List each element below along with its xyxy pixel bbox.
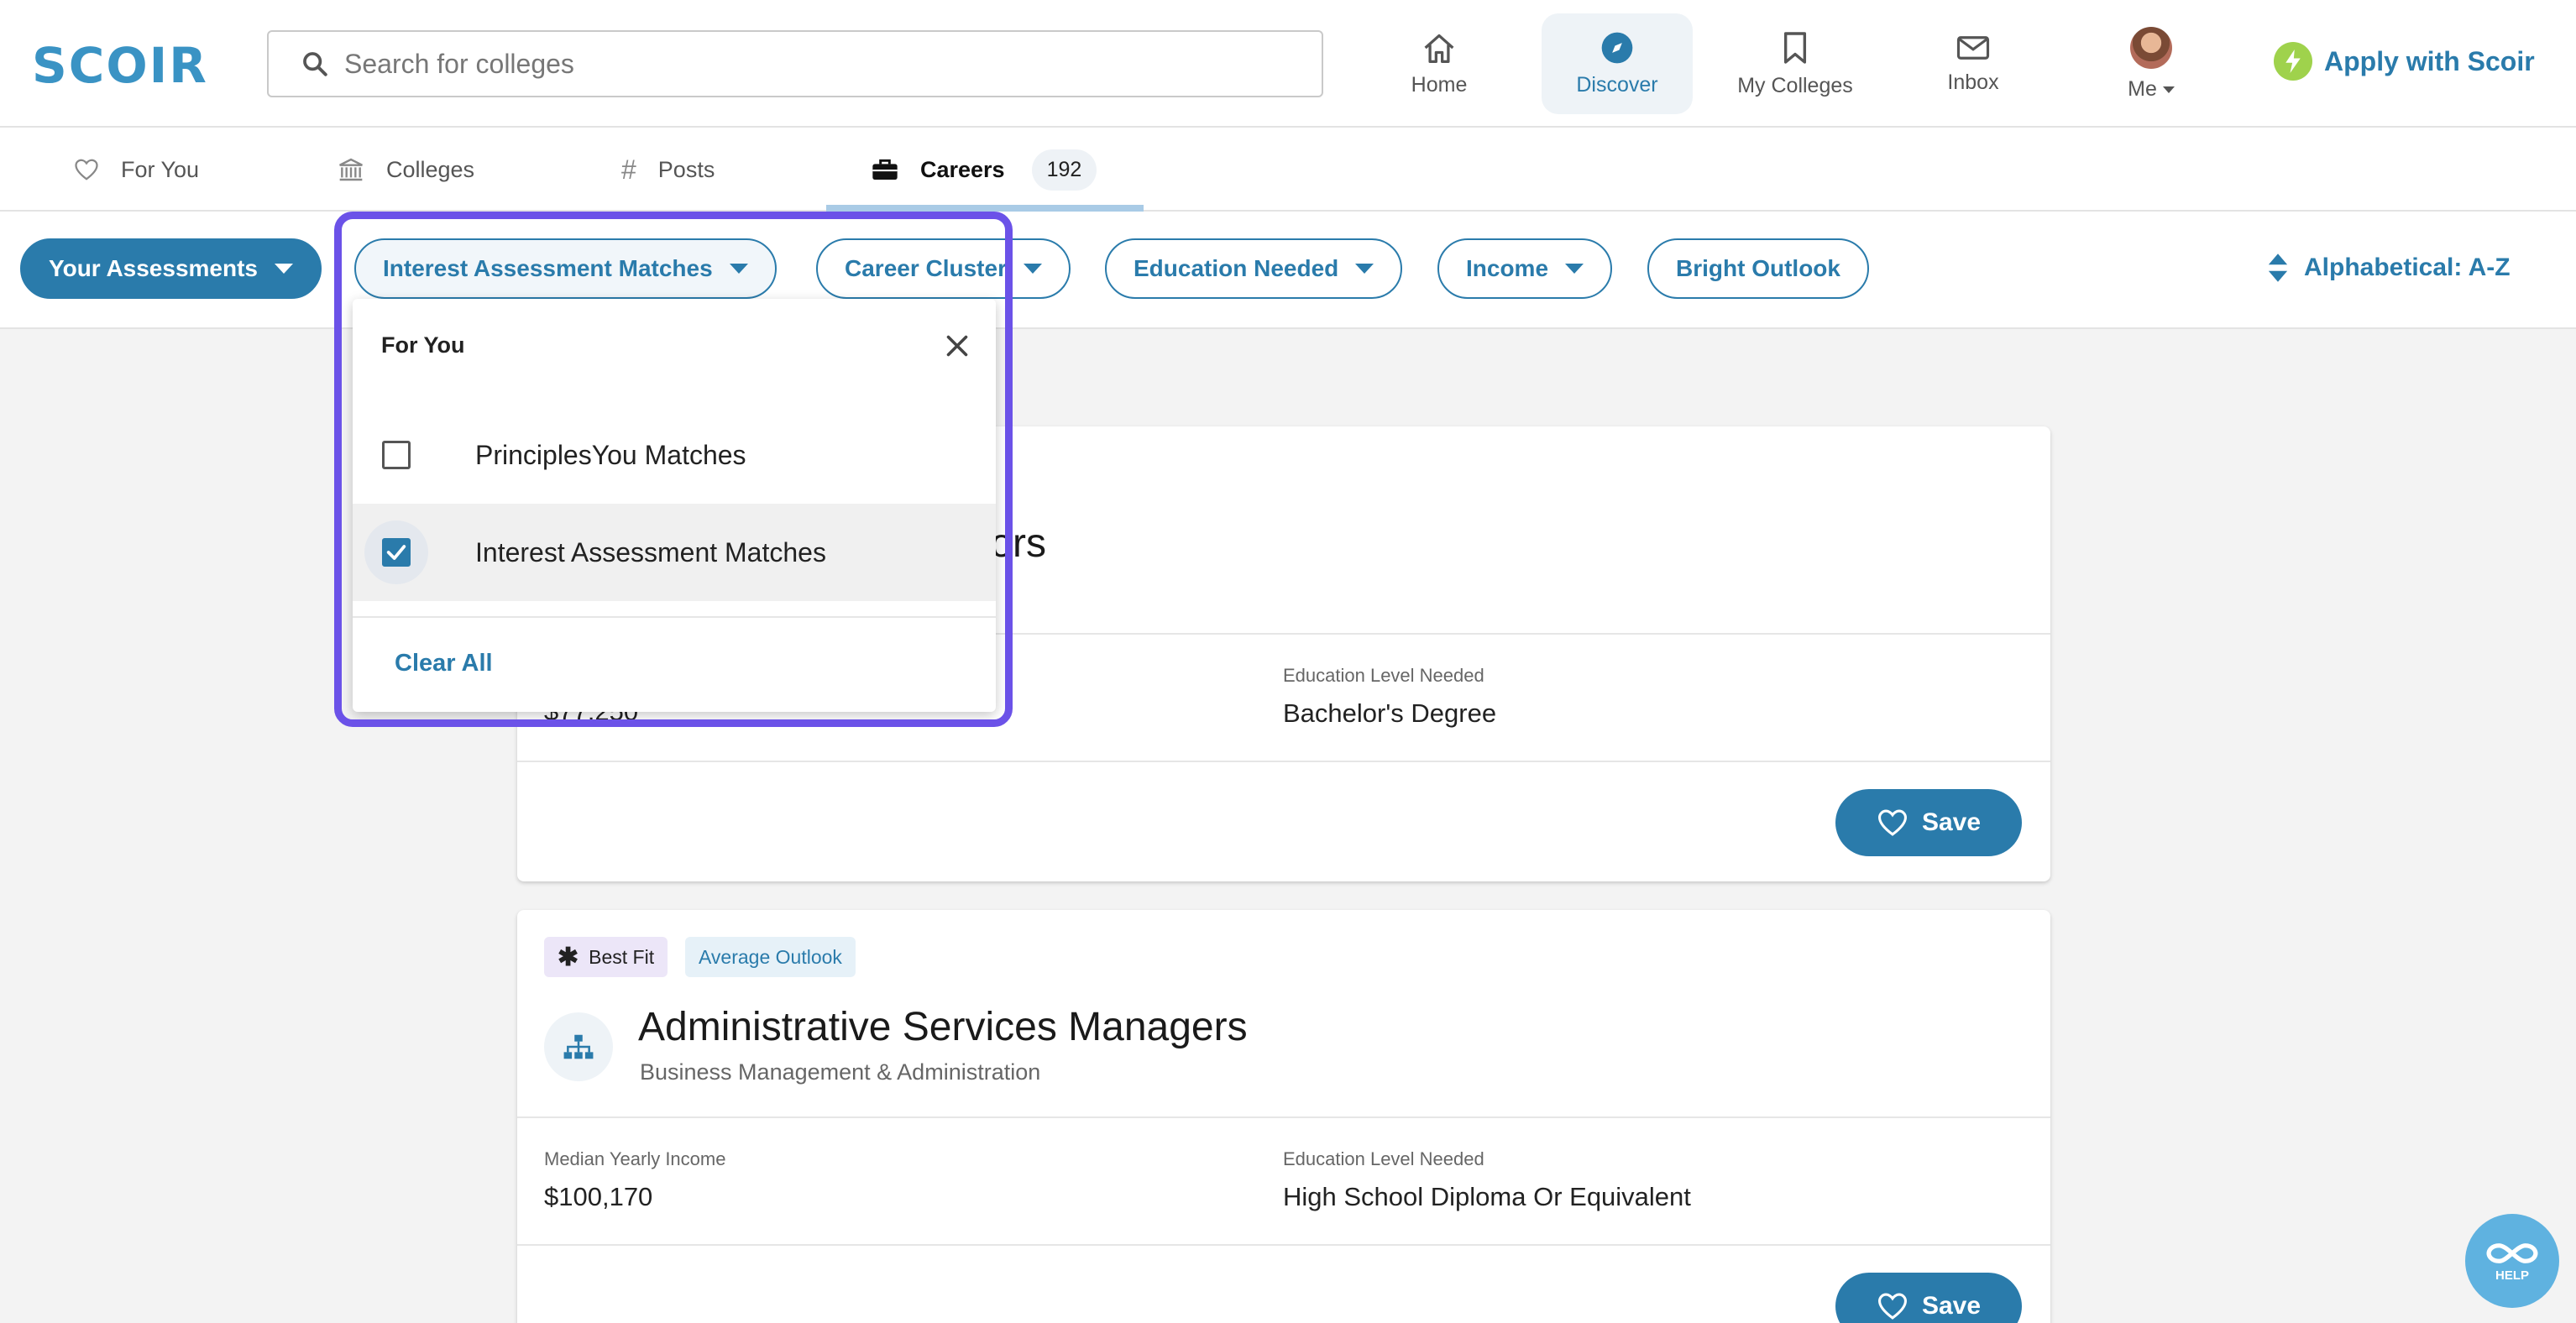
chevron-down-icon xyxy=(2162,86,2175,93)
search-placeholder: Search for colleges xyxy=(344,48,574,79)
career-card[interactable]: ✱ Best Fit Average Outlook Administrativ… xyxy=(517,910,2050,1323)
nav-me[interactable]: Me xyxy=(2076,13,2227,114)
best-fit-badge: ✱ Best Fit xyxy=(544,937,668,977)
heart-icon xyxy=(1877,809,1907,836)
avatar xyxy=(2130,26,2172,69)
tab-posts[interactable]: # Posts xyxy=(621,128,715,212)
hash-icon: # xyxy=(621,154,636,185)
best-fit-label: Best Fit xyxy=(589,945,655,968)
nav-home[interactable]: Home xyxy=(1364,13,1515,114)
card-divider xyxy=(517,1116,2050,1118)
nav-discover-label: Discover xyxy=(1576,72,1658,97)
nav-home-label: Home xyxy=(1411,72,1468,97)
building-icon xyxy=(339,158,363,181)
tab-careers[interactable]: Careers 192 xyxy=(872,128,1097,212)
nav-my-colleges[interactable]: My Colleges xyxy=(1720,13,1871,114)
help-button[interactable]: HELP xyxy=(2465,1214,2559,1308)
save-label: Save xyxy=(1921,1292,1982,1320)
education-needed-filter[interactable]: Education Needed xyxy=(1105,238,1403,299)
education-label: Education Level Needed xyxy=(1283,665,1484,686)
help-label: HELP xyxy=(2495,1268,2529,1283)
chevron-down-icon xyxy=(1023,264,1042,274)
outlook-label: Average Outlook xyxy=(699,945,842,968)
your-assessments-filter[interactable]: Your Assessments xyxy=(20,238,322,299)
outlook-badge: Average Outlook xyxy=(685,937,856,977)
active-tab-indicator xyxy=(826,205,1144,212)
card-divider xyxy=(517,1244,2050,1246)
apply-label: Apply with Scoir xyxy=(2324,45,2535,76)
bookmark-icon xyxy=(1783,31,1807,64)
careers-count-badge: 192 xyxy=(1031,149,1097,191)
nav-me-label: Me xyxy=(2128,77,2175,102)
tab-colleges-label: Colleges xyxy=(386,156,475,182)
tab-careers-label: Careers xyxy=(920,156,1005,182)
tab-for-you[interactable]: For You xyxy=(74,128,199,212)
search-icon xyxy=(303,52,327,76)
bright-outlook-label: Bright Outlook xyxy=(1676,255,1840,281)
education-value: High School Diploma Or Equivalent xyxy=(1283,1182,1691,1211)
section-tabs: For You Colleges # Posts Careers 192 xyxy=(0,128,2576,212)
your-assessments-label: Your Assessments xyxy=(49,255,258,281)
income-label: Income xyxy=(1466,255,1549,281)
tab-colleges[interactable]: Colleges xyxy=(338,128,474,212)
save-button[interactable]: Save xyxy=(1835,789,2022,856)
bright-outlook-filter[interactable]: Bright Outlook xyxy=(1647,238,1869,299)
education-needed-label: Education Needed xyxy=(1134,255,1339,281)
income-value: $100,170 xyxy=(544,1182,653,1211)
save-label: Save xyxy=(1921,808,1982,836)
nav-my-colleges-label: My Colleges xyxy=(1737,73,1853,97)
home-icon xyxy=(1424,34,1454,63)
org-chart-icon xyxy=(544,1012,613,1081)
sort-control[interactable]: Alphabetical: A-Z xyxy=(2267,252,2511,284)
sort-icon xyxy=(2268,254,2288,282)
career-cluster: Business Management & Administration xyxy=(640,1059,1041,1085)
nav-inbox[interactable]: Inbox xyxy=(1898,13,2049,114)
nav-discover[interactable]: Discover xyxy=(1542,13,1693,114)
chevron-down-icon xyxy=(1565,264,1584,274)
heart-icon xyxy=(75,159,98,180)
briefcase-icon xyxy=(872,159,898,180)
education-value: Bachelor's Degree xyxy=(1283,698,1497,728)
tab-for-you-label: For You xyxy=(121,156,200,182)
compass-icon xyxy=(1601,32,1633,63)
heart-icon xyxy=(1877,1293,1907,1320)
scoir-logo[interactable]: SCOIR xyxy=(32,37,208,94)
top-bar: SCOIR Search for colleges Home Discover … xyxy=(0,0,2576,128)
mail-icon xyxy=(1956,35,1990,60)
chevron-down-icon xyxy=(1355,264,1374,274)
tab-posts-label: Posts xyxy=(657,156,715,182)
income-filter[interactable]: Income xyxy=(1437,238,1613,299)
save-button[interactable]: Save xyxy=(1835,1273,2022,1323)
income-label: Median Yearly Income xyxy=(544,1148,726,1169)
nav-inbox-label: Inbox xyxy=(1947,70,1999,94)
chevron-down-icon xyxy=(275,264,293,274)
education-label: Education Level Needed xyxy=(1283,1148,1484,1169)
sort-label: Alphabetical: A-Z xyxy=(2304,254,2511,281)
search-input[interactable]: Search for colleges xyxy=(267,30,1323,97)
bolt-icon xyxy=(2274,42,2312,81)
card-divider xyxy=(517,761,2050,762)
highlight-outline xyxy=(334,212,1013,727)
infinity-icon xyxy=(2486,1242,2538,1263)
apply-with-scoir-button[interactable]: Apply with Scoir xyxy=(2274,42,2535,81)
asterisk-icon: ✱ xyxy=(558,943,579,971)
career-title[interactable]: Administrative Services Managers xyxy=(638,1004,1248,1050)
